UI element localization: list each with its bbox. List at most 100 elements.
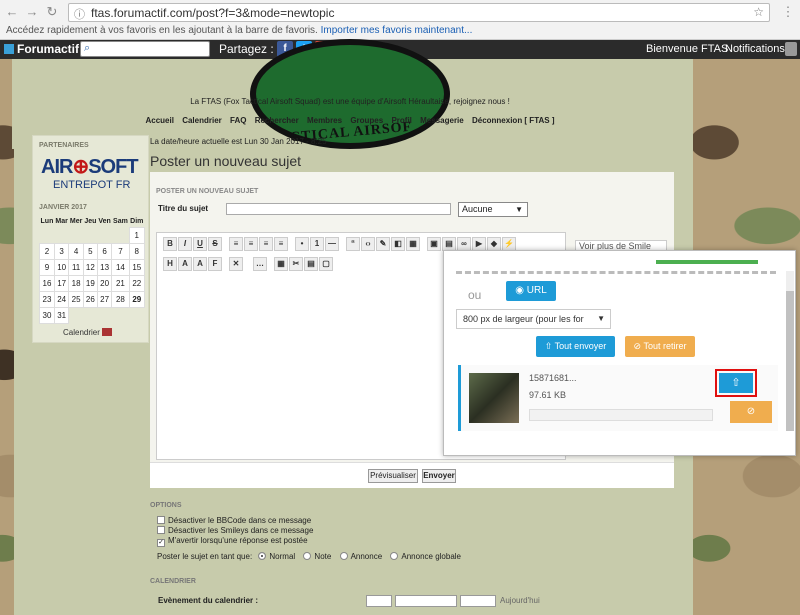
menu-membres[interactable]: Membres [307, 116, 342, 125]
address-bar[interactable]: ⓘ ftas.forumactif.com/post?f=3&mode=newt… [68, 3, 770, 22]
calendar-day[interactable]: 29 [128, 291, 146, 308]
event-day-select[interactable] [366, 595, 392, 607]
calendar-day[interactable]: 7 [111, 243, 130, 260]
today-link[interactable]: Aujourd'hui [500, 596, 540, 605]
menu-calendrier[interactable]: Calendrier [182, 116, 222, 125]
calendar-day[interactable]: 30 [39, 307, 55, 324]
calendar-day[interactable]: 23 [39, 291, 55, 308]
bullet-list-icon[interactable]: • [295, 237, 309, 251]
checkbox[interactable] [157, 526, 165, 534]
popup-scrollbar-thumb[interactable] [786, 291, 794, 431]
topic-type-select[interactable]: Aucune ▼ [458, 202, 528, 217]
calendar-day[interactable]: 8 [128, 243, 146, 260]
calendar-day[interactable]: 4 [68, 243, 84, 260]
strike-icon[interactable]: S [208, 237, 222, 251]
event-year-select[interactable] [460, 595, 496, 607]
image-size-select[interactable]: 800 px de largeur (pour les for ▼ [456, 309, 611, 329]
url-button[interactable]: ◉ URL [506, 281, 556, 301]
font-color-icon[interactable]: A [193, 257, 207, 271]
calendar-day[interactable]: 11 [68, 259, 84, 276]
numbered-list-icon[interactable]: 1 [310, 237, 324, 251]
hr-icon[interactable]: — [325, 237, 339, 251]
quote-icon[interactable]: “ [346, 237, 360, 251]
calendar-day[interactable]: 20 [96, 275, 113, 292]
preview-button[interactable]: Prévisualiser [368, 469, 418, 483]
font-face-icon[interactable]: F [208, 257, 222, 271]
forumactif-brand[interactable]: Forumactif [4, 42, 79, 56]
menu-messagerie[interactable]: Messagerie [420, 116, 464, 125]
back-icon[interactable]: ← [4, 4, 20, 20]
calendar-day[interactable]: 5 [82, 243, 98, 260]
option-disable-smileys[interactable]: Désactiver les Smileys dans ce message [157, 526, 313, 535]
calendar-day[interactable]: 28 [111, 291, 130, 308]
cancel-file-button[interactable]: ⊘ [730, 401, 772, 423]
upload-file-button[interactable]: ⇧ [715, 369, 757, 397]
link-icon[interactable]: ∞ [457, 237, 471, 251]
welcome-user[interactable]: Bienvenue FTAS [646, 43, 728, 55]
menu-groupes[interactable]: Groupes [350, 116, 383, 125]
cut-icon[interactable]: ✂ [289, 257, 303, 271]
calendar-day[interactable]: 31 [53, 307, 70, 324]
spoiler-icon[interactable]: ✎ [376, 237, 390, 251]
toolbar-search-input[interactable]: ⌕ [80, 41, 210, 57]
calendar-link[interactable]: Calendrier [63, 328, 113, 337]
calendar-day[interactable]: 13 [96, 259, 113, 276]
notifications-link[interactable]: Notifications [725, 43, 785, 55]
youtube-icon[interactable]: ▶ [472, 237, 486, 251]
calendar-day[interactable]: 1 [128, 227, 146, 244]
font-size-icon[interactable]: A [178, 257, 192, 271]
forward-icon[interactable]: → [24, 4, 40, 20]
image-icon[interactable]: ▣ [427, 237, 441, 251]
dailymotion-icon[interactable]: ◆ [487, 237, 501, 251]
host-image-icon[interactable]: ▤ [442, 237, 456, 251]
menu-accueil[interactable]: Accueil [145, 116, 173, 125]
code-icon[interactable]: ‹› [361, 237, 375, 251]
checkbox[interactable] [157, 516, 165, 524]
send-all-button[interactable]: ⇧ Tout envoyer [536, 336, 615, 357]
bold-icon[interactable]: B [163, 237, 177, 251]
calendar-day[interactable]: 19 [82, 275, 98, 292]
hide-icon[interactable]: ◧ [391, 237, 405, 251]
radio-normal[interactable] [258, 552, 267, 560]
radio-annonce[interactable] [339, 552, 348, 560]
send-button[interactable]: Envoyer [422, 469, 456, 483]
calendar-day[interactable]: 18 [68, 275, 84, 292]
remove-all-button[interactable]: ⊘ Tout retirer [625, 336, 695, 357]
calendar-day[interactable]: 21 [111, 275, 130, 292]
calendar-day[interactable]: 24 [53, 291, 70, 308]
menu-profil[interactable]: Profil [391, 116, 411, 125]
calendar-day[interactable]: 3 [53, 243, 70, 260]
calendar-day[interactable]: 12 [82, 259, 98, 276]
align-left-icon[interactable]: ≡ [229, 237, 243, 251]
calendar-day[interactable]: 25 [68, 291, 84, 308]
calendar-day[interactable]: 17 [53, 275, 70, 292]
italic-icon[interactable]: I [178, 237, 192, 251]
reload-icon[interactable]: ↻ [44, 4, 60, 20]
calendar-day[interactable]: 15 [128, 259, 146, 276]
paste-icon[interactable]: ▤ [304, 257, 318, 271]
calendar-day[interactable]: 2 [39, 243, 55, 260]
source-icon[interactable]: ▢ [319, 257, 333, 271]
import-bookmarks-link[interactable]: Importer mes favoris maintenant... [321, 25, 473, 36]
calendar-day[interactable]: 6 [96, 243, 113, 260]
star-icon[interactable]: ☆ [753, 5, 764, 19]
menu-rechercher[interactable]: Rechercher [255, 116, 299, 125]
airsoft-entrepot-logo[interactable]: AIR⊕SOFT [41, 154, 139, 179]
option-disable-bbcode[interactable]: Désactiver le BBCode dans ce message [157, 516, 311, 525]
remove-format-icon[interactable]: ✕ [229, 257, 243, 271]
calendar-day[interactable]: 26 [82, 291, 98, 308]
table-icon[interactable]: ▦ [406, 237, 420, 251]
menu-faq[interactable]: FAQ [230, 116, 246, 125]
subject-input[interactable] [226, 203, 451, 215]
flash-icon[interactable]: ⚡ [502, 237, 516, 251]
checkbox-checked[interactable]: ✓ [157, 539, 165, 547]
calendar-day[interactable]: 10 [53, 259, 70, 276]
justify-icon[interactable]: ≡ [274, 237, 288, 251]
underline-icon[interactable]: U [193, 237, 207, 251]
event-month-select[interactable] [395, 595, 457, 607]
drop-zone-border[interactable] [456, 271, 776, 274]
calendar-day[interactable]: 14 [111, 259, 130, 276]
menu-deconnexion[interactable]: Déconnexion [ FTAS ] [472, 116, 555, 125]
calendar-day[interactable]: 16 [39, 275, 55, 292]
more-icon[interactable]: … [253, 257, 267, 271]
